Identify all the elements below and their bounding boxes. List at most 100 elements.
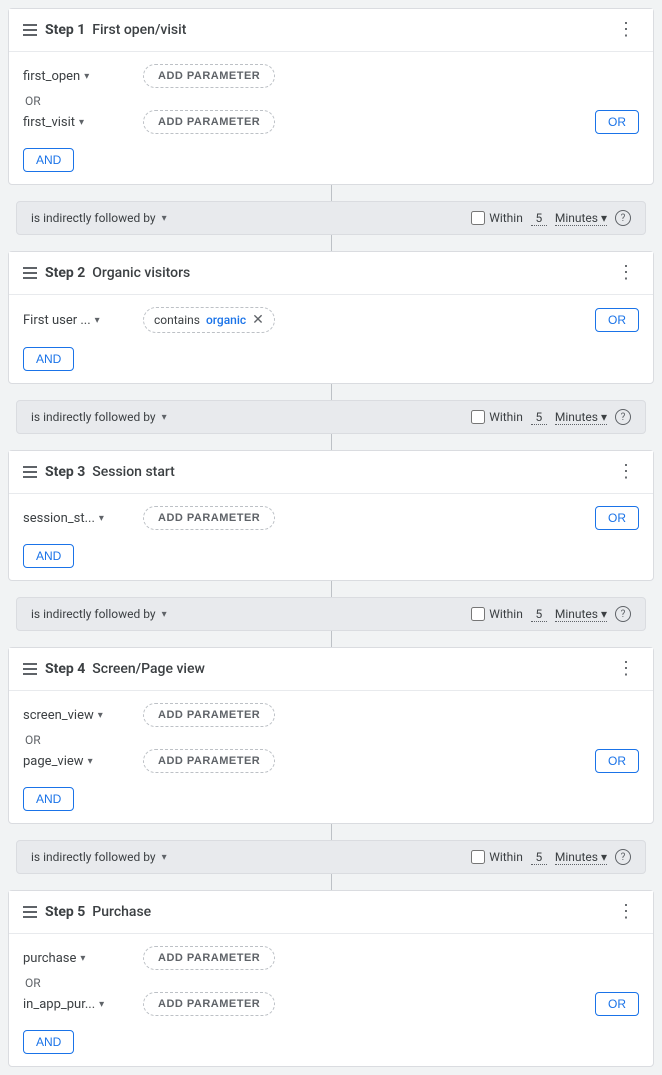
event-row-step3: session_st... ▾ ADD PARAMETER OR (23, 506, 639, 530)
vert-connector-4 (8, 434, 654, 450)
within-checkbox-4[interactable] (471, 850, 485, 864)
dropdown-arrow-icon-2: ▾ (79, 117, 84, 128)
step-3-card: Step 3 Session start ⋮ session_st... ▾ A… (8, 450, 654, 581)
vert-line-8 (331, 874, 332, 890)
drag-handle-icon-3[interactable] (23, 466, 37, 478)
add-param-button-6[interactable]: ADD PARAMETER (143, 946, 275, 970)
add-param-button-4[interactable]: ADD PARAMETER (143, 703, 275, 727)
connector-right-1: Within 5 Minutes ▾ ? (471, 210, 631, 226)
within-num-2: 5 (531, 410, 547, 425)
step-2-title: Step 2 Organic visitors (45, 265, 190, 281)
step-5-card: Step 5 Purchase ⋮ purchase ▾ ADD PARAMET… (8, 890, 654, 1067)
drag-handle-icon-4[interactable] (23, 663, 37, 675)
within-num-3: 5 (531, 607, 547, 622)
or-label: OR (25, 94, 639, 108)
step-1-header: Step 1 First open/visit ⋮ (9, 9, 653, 52)
step-3-title: Step 3 Session start (45, 464, 175, 480)
connector-arrow-icon-3[interactable]: ▾ (162, 609, 167, 620)
event-row-screen-view: screen_view ▾ ADD PARAMETER (23, 703, 639, 727)
event-row-page-view: page_view ▾ ADD PARAMETER OR (23, 749, 639, 773)
step-2-card: Step 2 Organic visitors ⋮ First user ...… (8, 251, 654, 384)
minutes-dropdown-1[interactable]: Minutes ▾ (555, 211, 607, 226)
vert-line-7 (331, 824, 332, 840)
vert-line-6 (331, 631, 332, 647)
add-param-button-5[interactable]: ADD PARAMETER (143, 749, 275, 773)
minutes-dropdown-3[interactable]: Minutes ▾ (555, 607, 607, 622)
help-icon-4[interactable]: ? (615, 849, 631, 865)
step-1-more-icon[interactable]: ⋮ (613, 19, 639, 41)
connector-arrow-icon-4[interactable]: ▾ (162, 852, 167, 863)
within-checkbox-2[interactable] (471, 410, 485, 424)
step-2-more-icon[interactable]: ⋮ (613, 262, 639, 284)
and-button-3[interactable]: AND (23, 544, 74, 568)
within-checkbox-wrapper-2: Within (471, 410, 523, 424)
and-button-2[interactable]: AND (23, 347, 74, 371)
within-label-2: Within (489, 410, 523, 424)
drag-handle-icon-2[interactable] (23, 267, 37, 279)
add-param-button[interactable]: ADD PARAMETER (143, 64, 275, 88)
close-tag-icon[interactable]: ✕ (252, 312, 264, 328)
vert-connector-8 (8, 874, 654, 890)
step-4-title: Step 4 Screen/Page view (45, 661, 205, 677)
dropdown-arrow-icon-8: ▾ (99, 999, 104, 1010)
connector-label-1: is indirectly followed by (31, 211, 156, 225)
within-label-1: Within (489, 211, 523, 225)
connector-right-4: Within 5 Minutes ▾ ? (471, 849, 631, 865)
or-button-5[interactable]: OR (595, 992, 639, 1016)
help-icon-2[interactable]: ? (615, 409, 631, 425)
dropdown-arrow-icon-4: ▾ (99, 513, 104, 524)
minutes-dropdown-2[interactable]: Minutes ▾ (555, 410, 607, 425)
step-5-header-left: Step 5 Purchase (23, 904, 151, 920)
event-dropdown-first-visit[interactable]: first_visit ▾ (23, 115, 133, 130)
or-button[interactable]: OR (595, 110, 639, 134)
contains-label: contains (154, 313, 200, 327)
help-icon-1[interactable]: ? (615, 210, 631, 226)
or-button-4[interactable]: OR (595, 749, 639, 773)
within-label-4: Within (489, 850, 523, 864)
within-num-1: 5 (531, 211, 547, 226)
drag-handle-icon-5[interactable] (23, 906, 37, 918)
event-dropdown-first-user[interactable]: First user ... ▾ (23, 313, 133, 328)
step-1-header-left: Step 1 First open/visit (23, 22, 186, 38)
dropdown-arrow-icon-6: ▾ (88, 756, 93, 767)
within-checkbox-3[interactable] (471, 607, 485, 621)
dropdown-arrow-icon-3: ▾ (95, 315, 100, 326)
help-icon-3[interactable]: ? (615, 606, 631, 622)
connector-arrow-icon-1[interactable]: ▾ (162, 213, 167, 224)
event-row-step2: First user ... ▾ contains organic ✕ OR (23, 307, 639, 333)
and-button-5[interactable]: AND (23, 1030, 74, 1054)
add-param-button-3[interactable]: ADD PARAMETER (143, 506, 275, 530)
and-button-4[interactable]: AND (23, 787, 74, 811)
or-button-3[interactable]: OR (595, 506, 639, 530)
event-dropdown-first-open[interactable]: first_open ▾ (23, 69, 133, 84)
step-5-more-icon[interactable]: ⋮ (613, 901, 639, 923)
vert-connector-3 (8, 384, 654, 400)
within-checkbox-1[interactable] (471, 211, 485, 225)
minutes-dropdown-4[interactable]: Minutes ▾ (555, 850, 607, 865)
connector-1: is indirectly followed by ▾ Within 5 Min… (16, 201, 646, 235)
add-param-button-7[interactable]: ADD PARAMETER (143, 992, 275, 1016)
vert-connector-7 (8, 824, 654, 840)
step-5-header: Step 5 Purchase ⋮ (9, 891, 653, 934)
within-checkbox-wrapper-1: Within (471, 211, 523, 225)
event-row: first_open ▾ ADD PARAMETER (23, 64, 639, 88)
event-dropdown-page-view[interactable]: page_view ▾ (23, 754, 133, 769)
add-param-button-2[interactable]: ADD PARAMETER (143, 110, 275, 134)
event-dropdown-in-app-purchase[interactable]: in_app_pur... ▾ (23, 997, 133, 1012)
connector-arrow-icon-2[interactable]: ▾ (162, 412, 167, 423)
page-wrapper: Step 1 First open/visit ⋮ first_open ▾ A… (0, 0, 662, 1075)
event-dropdown-purchase[interactable]: purchase ▾ (23, 951, 133, 966)
connector-2: is indirectly followed by ▾ Within 5 Min… (16, 400, 646, 434)
dropdown-arrow-icon: ▾ (84, 71, 89, 82)
connector-4: is indirectly followed by ▾ Within 5 Min… (16, 840, 646, 874)
step-4-header: Step 4 Screen/Page view ⋮ (9, 648, 653, 691)
step-4-more-icon[interactable]: ⋮ (613, 658, 639, 680)
event-dropdown-screen-view[interactable]: screen_view ▾ (23, 708, 133, 723)
or-button-2[interactable]: OR (595, 308, 639, 332)
and-button[interactable]: AND (23, 148, 74, 172)
event-dropdown-session[interactable]: session_st... ▾ (23, 511, 133, 526)
drag-handle-icon[interactable] (23, 24, 37, 36)
step-3-more-icon[interactable]: ⋮ (613, 461, 639, 483)
step-1-card: Step 1 First open/visit ⋮ first_open ▾ A… (8, 8, 654, 185)
vert-connector-2 (8, 235, 654, 251)
